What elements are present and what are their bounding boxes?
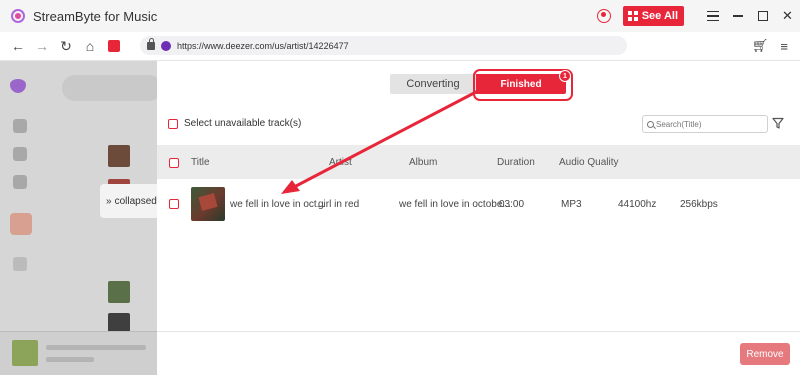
lock-icon: [147, 37, 155, 50]
hamburger-icon: [706, 11, 719, 21]
queue-list-icon[interactable]: ≡: [780, 39, 788, 54]
row-duration: 03:00: [499, 199, 525, 210]
see-all-button[interactable]: See All: [622, 6, 684, 26]
row-sample-rate: 44100hz: [618, 199, 657, 210]
address-bar[interactable]: https://www.deezer.com/us/artist/1422647…: [140, 36, 627, 55]
column-artist: Artist: [329, 157, 352, 168]
home-icon: ⌂: [85, 38, 95, 54]
column-album: Album: [409, 157, 438, 168]
cart-icon[interactable]: 🛒︎: [752, 38, 769, 54]
album-art-thumbnail: [191, 187, 225, 221]
search-input[interactable]: Search(Title): [642, 115, 768, 133]
row-format: MP3: [561, 199, 582, 210]
finished-count-badge: 1: [559, 70, 571, 82]
explore-nav-icon: [13, 147, 27, 161]
deezer-site-icon: [161, 40, 171, 51]
search-placeholder: Search(Title): [656, 119, 702, 129]
add-nav-icon: [13, 257, 27, 271]
menu-button[interactable]: [700, 0, 725, 32]
title-bar: StreamByte for Music See All ✕: [0, 0, 800, 32]
minimize-button[interactable]: [725, 0, 750, 32]
maximize-button[interactable]: [750, 0, 775, 32]
column-title: Title: [191, 157, 210, 168]
filter-icon[interactable]: [772, 117, 784, 129]
track-thumbnail: [108, 145, 130, 167]
panel-footer: [157, 331, 800, 375]
site-track-list: [92, 127, 162, 335]
select-unavailable-label: Select unavailable track(s): [184, 118, 302, 129]
converter-logo-icon[interactable]: [108, 40, 120, 52]
home-nav-icon: [13, 119, 27, 133]
reload-button[interactable]: ↻: [54, 32, 78, 60]
table-row[interactable]: we fell in love in oct... girl in red we…: [157, 185, 800, 223]
now-playing-title-placeholder: [46, 345, 146, 350]
home-button[interactable]: ⌂: [78, 32, 102, 60]
reload-icon: ↻: [60, 37, 72, 54]
see-all-label: See All: [641, 10, 678, 22]
user-icon[interactable]: [596, 9, 611, 23]
app-title: StreamByte for Music: [33, 8, 158, 24]
arrow-left-icon: ←: [11, 38, 25, 54]
favorites-nav-icon: [13, 175, 27, 189]
row-bitrate: 256kbps: [680, 199, 718, 210]
maximize-icon: [757, 11, 768, 21]
select-unavailable-row[interactable]: Select unavailable track(s): [168, 118, 301, 129]
player-bar: [0, 331, 160, 375]
forward-button[interactable]: →: [30, 32, 54, 60]
browser-toolbar: ← → ↻ ⌂ https://www.deezer.com/us/artist…: [0, 32, 800, 61]
converter-panel: Converting Finished 1 Select unavailable…: [157, 61, 800, 375]
double-chevron-right-icon: »: [106, 195, 112, 207]
url-text: https://www.deezer.com/us/artist/1422647…: [177, 40, 349, 51]
remove-button[interactable]: Remove: [740, 343, 790, 365]
site-sidebar: [0, 61, 40, 331]
grid-icon: [627, 11, 638, 21]
close-window-button[interactable]: ✕: [775, 0, 800, 32]
search-icon: [647, 120, 654, 128]
finished-tab-highlight: [473, 69, 573, 101]
row-checkbox[interactable]: [169, 199, 179, 209]
select-unavailable-checkbox[interactable]: [168, 118, 178, 129]
title-bar-controls: See All ✕: [596, 0, 800, 32]
track-thumbnail: [108, 281, 130, 303]
now-playing-artist-placeholder: [46, 357, 94, 362]
row-title: we fell in love in oct...: [230, 199, 326, 210]
site-search-bar: [62, 75, 162, 101]
collapse-panel-tab[interactable]: » collapsed: [100, 184, 158, 218]
now-playing-thumbnail: [12, 340, 38, 366]
heart-nav-icon: [10, 213, 32, 235]
column-duration: Duration: [497, 157, 535, 168]
collapsed-label: collapsed: [114, 195, 157, 207]
close-icon: ✕: [782, 8, 793, 23]
deezer-logo-icon: [10, 79, 26, 93]
arrow-right-icon: →: [35, 38, 49, 54]
table-header: Title Artist Album Duration Audio Qualit…: [157, 145, 800, 179]
tab-converting[interactable]: Converting: [390, 74, 476, 94]
row-album: we fell in love in octobe...: [399, 199, 511, 210]
minimize-icon: [732, 15, 743, 17]
browser-actions: 🛒︎ ≡: [752, 32, 788, 60]
app-logo-icon: [11, 9, 25, 23]
back-button[interactable]: ←: [6, 32, 30, 60]
column-audio-quality: Audio Quality: [559, 157, 619, 168]
select-all-checkbox[interactable]: [169, 158, 179, 168]
row-artist: girl in red: [318, 199, 360, 210]
